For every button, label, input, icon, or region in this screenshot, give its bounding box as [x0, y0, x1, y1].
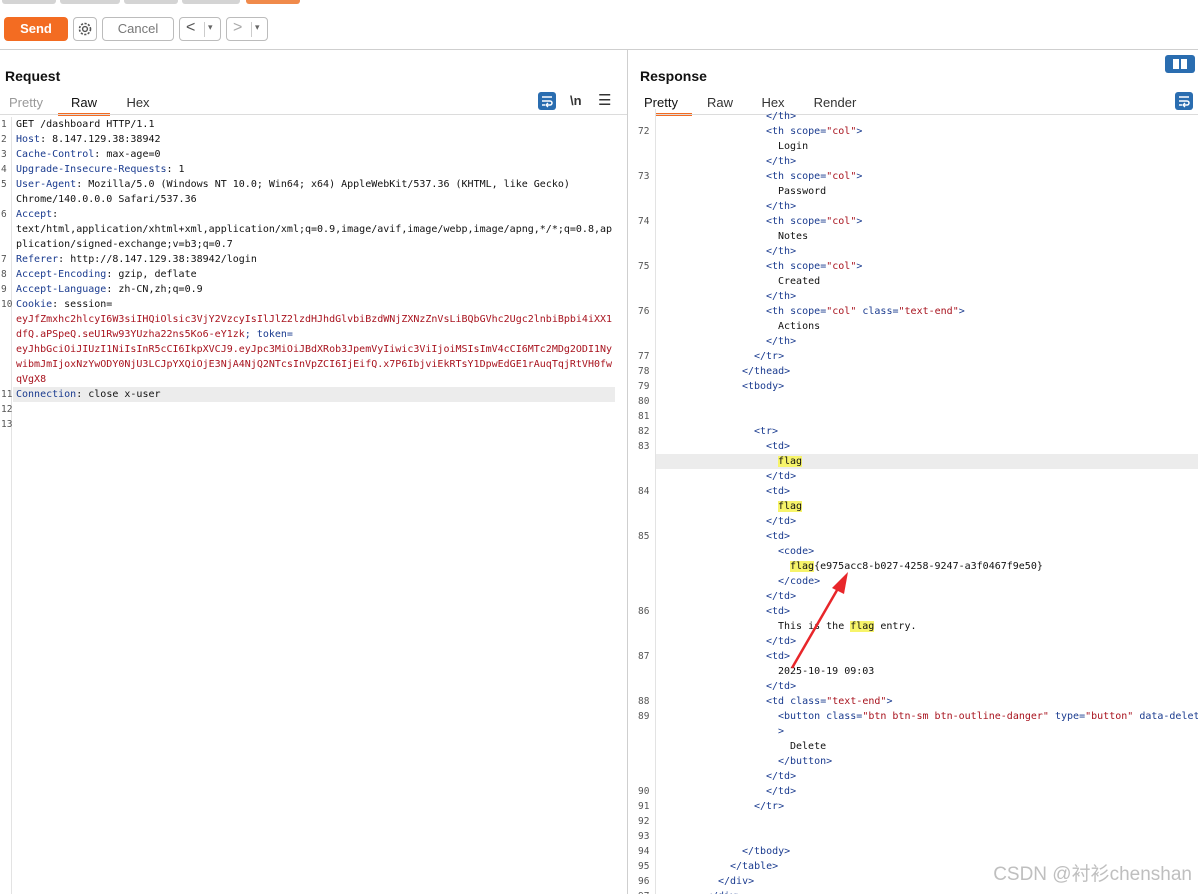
- burp-repeater-window: Send Cancel < ▾ > ▾ Request Pretty Raw H…: [0, 0, 1198, 894]
- red-annotation-arrow: [790, 572, 848, 669]
- watermark: CSDN @衬衫chenshan: [993, 864, 1192, 885]
